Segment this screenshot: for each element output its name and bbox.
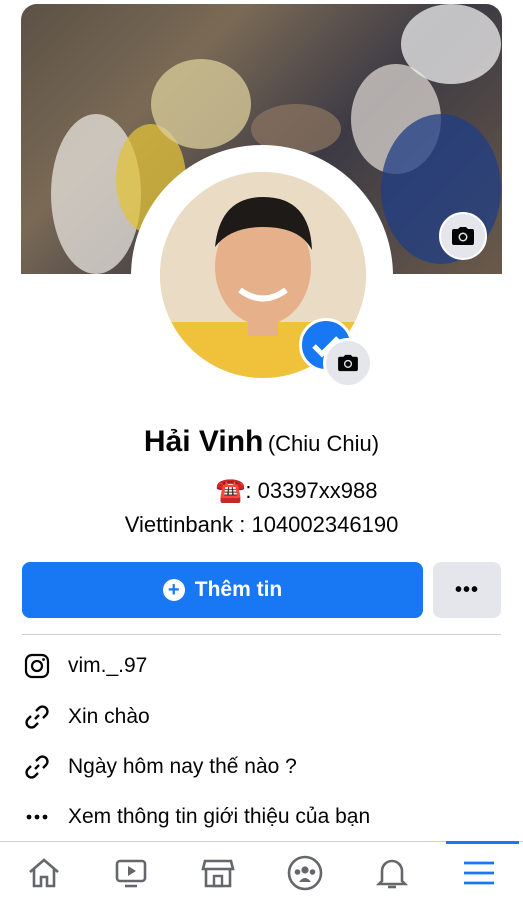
info-item-link[interactable]: Xin chào	[22, 697, 150, 737]
cover-figure	[151, 59, 251, 149]
nav-menu[interactable]	[436, 841, 523, 904]
profile-name: Hải Vinh	[143, 425, 264, 458]
info-item-see-about[interactable]: Xem thông tin giới thiệu của bạn	[22, 797, 370, 837]
info-item-label: Xin chào	[68, 705, 150, 728]
instagram-icon	[22, 651, 52, 681]
plus-icon: +	[162, 579, 185, 601]
nav-marketplace[interactable]	[174, 842, 261, 904]
camera-icon	[338, 354, 358, 372]
nav-home[interactable]	[0, 842, 87, 904]
cover-figure	[401, 4, 501, 84]
more-options-button[interactable]: •••	[433, 562, 501, 618]
info-item-label: Ngày hôm nay thế nào ?	[68, 755, 297, 778]
nav-groups[interactable]	[262, 842, 349, 904]
link-icon	[22, 702, 52, 732]
marketplace-icon	[201, 859, 235, 888]
profile-alternate-name: (Chiu Chiu)	[267, 431, 380, 456]
add-story-button[interactable]: + Thêm tin	[22, 562, 423, 618]
bio-phone: ☎️: 03397xx988	[0, 476, 523, 505]
menu-icon	[464, 861, 495, 885]
phone-icon: ☎️	[215, 477, 246, 504]
phone-text: : 03397xx988	[245, 478, 378, 503]
add-story-label: Thêm tin	[194, 578, 283, 601]
info-item-link[interactable]: Ngày hôm nay thế nào ?	[22, 747, 297, 787]
avatar-camera-button[interactable]	[323, 338, 373, 388]
groups-icon	[287, 855, 323, 891]
info-item-label: vim._.97	[68, 654, 148, 677]
active-tab-indicator	[445, 841, 520, 844]
profile-name-row: Hải Vinh (Chiu Chiu)	[0, 425, 523, 459]
notifications-icon	[376, 859, 409, 889]
divider	[22, 634, 501, 635]
info-item-label: Xem thông tin giới thiệu của bạn	[68, 805, 371, 828]
link-icon	[22, 752, 52, 782]
info-item-instagram[interactable]: vim._.97	[22, 646, 147, 686]
more-dots-icon	[22, 802, 52, 832]
watch-icon	[115, 859, 147, 888]
camera-icon	[452, 227, 474, 245]
nav-notifications[interactable]	[349, 842, 436, 904]
nav-watch[interactable]	[87, 842, 174, 904]
bottom-nav	[0, 841, 523, 904]
cover-camera-button[interactable]	[439, 212, 487, 260]
home-icon	[28, 858, 59, 888]
bio-bank: Viettinbank : 104002346190	[124, 512, 399, 537]
